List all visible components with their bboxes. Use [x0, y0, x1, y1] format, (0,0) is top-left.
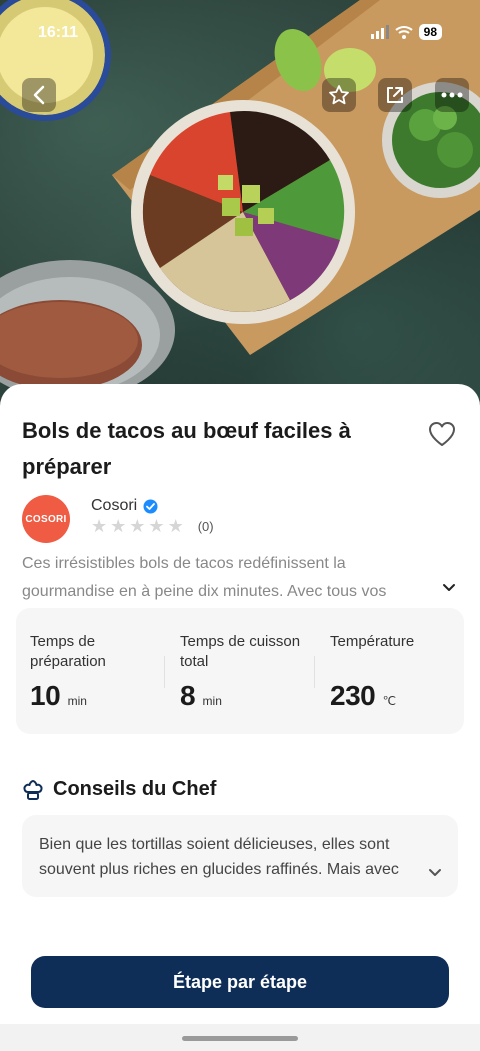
stat-cook-time: Temps de cuisson total 8 min — [180, 632, 320, 711]
star-icon: ★ — [91, 516, 108, 536]
back-icon — [33, 85, 45, 105]
stat-prep-time: Temps de préparation 10 min — [30, 632, 170, 711]
star-icon: ★ — [148, 516, 165, 536]
chevron-down-icon — [443, 584, 455, 591]
expand-description-button[interactable] — [442, 580, 456, 598]
stat-unit: ℃ — [382, 694, 397, 708]
stat-divider — [314, 656, 315, 688]
stat-number: 230 — [330, 680, 376, 711]
stat-value: 8 min — [180, 680, 222, 712]
star-icon: ★ — [110, 516, 127, 536]
star-outline-icon — [329, 85, 349, 105]
rating-count: (0) — [197, 519, 214, 534]
more-options-button[interactable] — [435, 78, 469, 112]
signal-icon — [370, 25, 389, 39]
share-button[interactable] — [378, 78, 412, 112]
recipe-description: Ces irrésistibles bols de tacos redéfini… — [22, 555, 387, 600]
rating-stars: ★ ★ ★ ★ ★ (0) — [91, 516, 214, 537]
stat-temperature: Température 230 ℃ — [330, 632, 470, 711]
expand-tips-button[interactable] — [428, 865, 442, 883]
home-indicator[interactable] — [182, 1036, 298, 1041]
chef-tips-title: Conseils du Chef — [53, 778, 217, 800]
verified-icon — [143, 499, 158, 513]
stat-value: 10 min — [30, 680, 87, 712]
chef-tips-text: Bien que les tortillas soient délicieuse… — [39, 836, 399, 878]
back-button[interactable] — [22, 78, 56, 112]
author-name: Cosori — [91, 497, 138, 514]
recipe-stats-card: Temps de préparation 10 min Temps de cui… — [16, 608, 464, 734]
more-icon — [441, 92, 463, 98]
stat-unit: min — [67, 694, 87, 708]
author-logo-text: COSORI — [25, 513, 67, 525]
stat-divider — [164, 656, 165, 688]
recipe-hero-image — [0, 0, 480, 410]
chef-tips-card[interactable]: Bien que les tortillas soient délicieuse… — [22, 815, 458, 897]
chef-hat-icon — [23, 779, 43, 800]
food-photo — [0, 0, 480, 400]
stat-label: Temps de préparation — [30, 633, 106, 670]
star-icon: ★ — [167, 516, 184, 536]
stat-value: 230 ℃ — [330, 680, 396, 712]
status-icons: 98 — [370, 24, 442, 40]
star-icon: ★ — [129, 516, 146, 536]
chevron-down-icon — [429, 869, 441, 876]
stat-label: Temps de cuisson total — [180, 633, 301, 670]
share-icon — [387, 87, 403, 103]
wifi-icon — [394, 26, 413, 39]
favorite-star-button[interactable] — [322, 78, 356, 112]
stat-number: 10 — [30, 680, 61, 711]
like-button[interactable] — [428, 421, 456, 452]
stat-label: Température — [330, 633, 415, 650]
chef-tips-heading: Conseils du Chef — [22, 778, 216, 801]
author-name-row[interactable]: Cosori — [91, 497, 158, 515]
step-by-step-button[interactable]: Étape par étape — [31, 956, 449, 1008]
author-avatar[interactable]: COSORI — [22, 495, 70, 543]
heart-icon — [429, 422, 455, 446]
recipe-title: Bols de tacos au bœuf faciles à préparer — [22, 418, 351, 479]
stat-unit: min — [202, 694, 222, 708]
status-time: 16:11 — [38, 24, 79, 41]
battery-indicator: 98 — [418, 24, 442, 40]
stat-number: 8 — [180, 680, 196, 711]
